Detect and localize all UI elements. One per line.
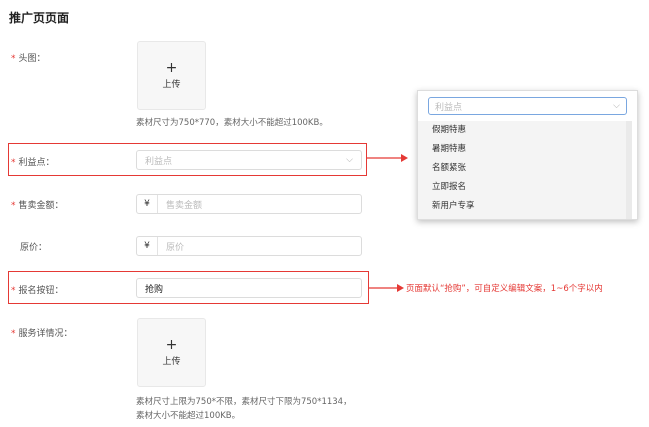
dropdown-option[interactable]: 名额紧张 [418,159,626,178]
service-detail-hint-2: 素材大小不能超过100KB。 [136,411,241,421]
required-mark: * [11,329,16,339]
sale-price-label-row: * 售卖金额： [11,198,64,211]
chevron-down-icon: ⌵ [613,101,620,111]
signup-label-row: * 报名按钮： [11,283,64,296]
signup-button-text-input[interactable]: 抢购 [136,278,362,298]
arrow-to-annotation-icon [369,284,404,292]
plus-icon: + [165,60,178,76]
original-price-label: 原价： [20,243,48,253]
benefit-label: 利益点： [18,158,55,168]
currency-prefix: ¥ [137,195,158,213]
service-detail-hint-1: 素材尺寸上限为750*不限，素材尺寸下限为750*1134， [136,397,352,407]
dropdown-option[interactable]: 立即报名 [418,178,626,197]
dropdown-scrollbar[interactable] [626,121,632,219]
avatar-label: 头图： [18,54,46,64]
chevron-down-icon: ⌵ [346,155,353,165]
service-detail-upload-button[interactable]: + 上传 [137,318,206,387]
original-price-placeholder: 原价 [166,242,185,253]
dropdown-option[interactable]: 暑期特惠 [418,140,626,159]
avatar-hint: 素材尺寸为750*770，素材大小不能超过100KB。 [136,118,328,128]
upload-text: 上传 [162,80,181,90]
benefit-dropdown-preview: 利益点 ⌵ 假期特惠 暑期特惠 名额紧张 立即报名 新用户专享 [417,90,638,220]
benefit-select[interactable]: 利益点 ⌵ [136,150,362,170]
required-mark: * [11,54,16,64]
currency-prefix: ¥ [137,237,158,255]
page-title: 推广页页面 [9,11,70,25]
original-price-input[interactable]: ¥ 原价 [136,236,362,256]
annotation-text: 页面默认“抢购”，可自定义编辑文案，1~6个字以内 [406,284,603,294]
required-mark: * [11,158,16,168]
benefit-label-row: * 利益点： [11,155,55,168]
service-detail-label-row: * 服务详情况： [11,326,73,339]
benefit-placeholder: 利益点 [145,156,173,167]
service-detail-label: 服务详情况： [18,329,73,339]
required-mark: * [11,286,16,296]
avatar-upload-button[interactable]: + 上传 [137,41,206,110]
arrow-to-dropdown-icon [367,154,408,162]
dropdown-option[interactable]: 新用户专享 [418,197,626,216]
sale-price-label: 售卖金额： [18,201,64,211]
upload-text: 上传 [162,357,181,367]
sale-price-placeholder: 售卖金额 [166,200,203,211]
signup-button-value: 抢购 [145,284,164,295]
required-mark: * [11,201,16,211]
dropdown-options-list: 假期特惠 暑期特惠 名额紧张 立即报名 新用户专享 [418,121,626,219]
dropdown-placeholder: 利益点 [435,102,463,113]
plus-icon: + [165,337,178,353]
signup-label: 报名按钮： [18,286,64,296]
sale-price-input[interactable]: ¥ 售卖金额 [136,194,362,214]
dropdown-option[interactable]: 假期特惠 [418,121,626,140]
avatar-label-row: * 头图： [11,51,46,64]
dropdown-select-input[interactable]: 利益点 ⌵ [428,97,627,115]
